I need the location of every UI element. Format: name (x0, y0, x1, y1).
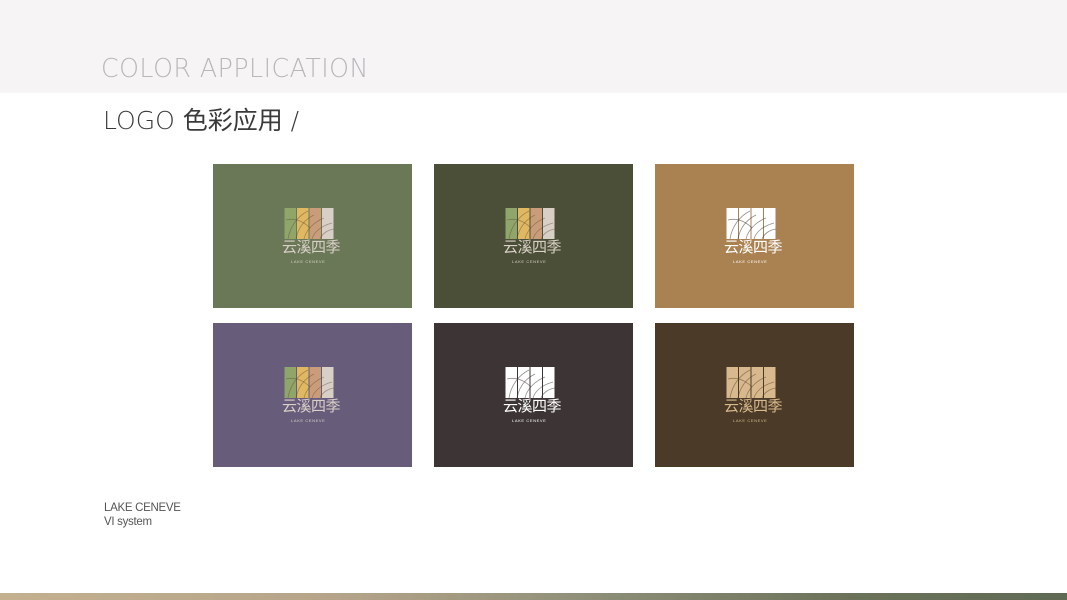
brand-logo: 云溪四季 LAKE CENEVE (503, 208, 563, 270)
footer-system-label: VI system (104, 516, 152, 528)
brand-logo: 云溪四季 LAKE CENEVE (282, 208, 342, 270)
brand-logo: 云溪四季 LAKE CENEVE (503, 367, 563, 429)
page-subtitle: LOGO 色彩应用 / (103, 106, 300, 135)
brand-logo: 云溪四季 LAKE CENEVE (724, 367, 784, 429)
logo-stripes-icon (726, 367, 776, 398)
logo-wordmark-cn: 云溪四季 (724, 238, 783, 256)
logo-wordmark-en: LAKE CENEVE (733, 259, 768, 264)
brand-logo: 云溪四季 LAKE CENEVE (724, 208, 784, 270)
footer-brand-name: LAKE CENEVE (104, 502, 181, 514)
section-title: COLOR APPLICATION (101, 54, 369, 84)
logo-color-card: 云溪四季 LAKE CENEVE (655, 323, 854, 467)
logo-color-card: 云溪四季 LAKE CENEVE (213, 323, 412, 467)
logo-wordmark-cn: 云溪四季 (724, 397, 783, 415)
logo-stripes-icon (505, 367, 555, 398)
logo-wordmark-cn: 云溪四季 (282, 397, 341, 415)
logo-stripes-icon (505, 208, 555, 239)
logo-wordmark-en: LAKE CENEVE (512, 418, 547, 423)
logo-wordmark-en: LAKE CENEVE (512, 259, 547, 264)
logo-color-card: 云溪四季 LAKE CENEVE (434, 323, 633, 467)
logo-stripes-icon (284, 208, 334, 239)
logo-wordmark-cn: 云溪四季 (503, 397, 562, 415)
logo-color-card: 云溪四季 LAKE CENEVE (655, 164, 854, 308)
logo-wordmark-en: LAKE CENEVE (291, 418, 326, 423)
brand-logo: 云溪四季 LAKE CENEVE (282, 367, 342, 429)
logo-stripes-icon (726, 208, 776, 239)
bottom-gradient-bar (0, 593, 1067, 600)
logo-stripes-icon (284, 367, 334, 398)
logo-wordmark-cn: 云溪四季 (282, 238, 341, 256)
logo-color-card: 云溪四季 LAKE CENEVE (434, 164, 633, 308)
logo-wordmark-en: LAKE CENEVE (291, 259, 326, 264)
footer-brand: LAKE CENEVE VI system (104, 501, 181, 529)
logo-wordmark-cn: 云溪四季 (503, 238, 562, 256)
logo-color-card: 云溪四季 LAKE CENEVE (213, 164, 412, 308)
logo-wordmark-en: LAKE CENEVE (733, 418, 768, 423)
